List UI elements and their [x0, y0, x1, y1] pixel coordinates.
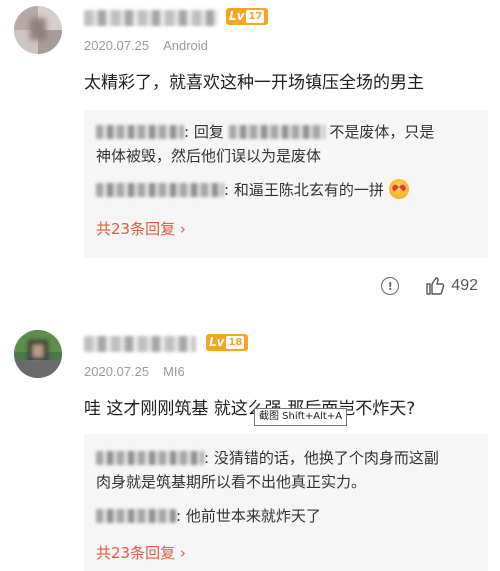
- reply-item[interactable]: : 和逼王陈北玄有的一拼: [96, 178, 476, 202]
- comment-device: MI6: [163, 364, 185, 379]
- reply-box: : 没猜错的话，他换了个肉身而这副 肉身就是筑基期所以看不出他真正实力。 : 他…: [84, 434, 488, 571]
- reply-item[interactable]: : 回复 不是废体，只是: [96, 120, 476, 144]
- comment-date: 2020.07.25: [84, 364, 150, 379]
- chevron-right-icon: ›: [179, 544, 186, 562]
- reply-box: : 回复 不是废体，只是 神体被毁，然后他们误以为是废体 : 和逼王陈北玄有的一…: [84, 110, 488, 258]
- comment-text: 哇 这才刚刚筑基 就这么强 那后面岂不炸天?: [84, 399, 416, 419]
- comment-device: Android: [163, 38, 208, 53]
- more-replies-link[interactable]: 共23条回复 ›: [96, 218, 186, 239]
- chevron-right-icon: ›: [179, 220, 186, 238]
- reply-target-username[interactable]: [228, 125, 325, 139]
- reply-username[interactable]: [96, 183, 224, 197]
- reply-item-continuation: 肉身就是筑基期所以看不出他真正实力。: [96, 473, 367, 491]
- reply-username[interactable]: [96, 125, 184, 139]
- more-replies-link[interactable]: 共23条回复 ›: [96, 542, 186, 563]
- thumbs-up-icon: [426, 277, 445, 295]
- avatar[interactable]: [14, 330, 62, 378]
- comment-meta: 2020.07.25 Android: [84, 38, 208, 53]
- reply-username[interactable]: [96, 509, 176, 523]
- reply-item-continuation: 神体被毁，然后他们误以为是废体: [96, 147, 322, 165]
- level-badge: Lv 17: [226, 8, 269, 25]
- comment-meta: 2020.07.25 MI6: [84, 364, 185, 379]
- comment-text: 太精彩了，就喜欢这种一开场镇压全场的男主: [84, 73, 424, 93]
- like-count: 492: [451, 277, 478, 294]
- comment-1: Lv 17 2020.07.25 Android 太精彩了，就喜欢这种一开场镇压全…: [0, 0, 500, 300]
- level-badge: Lv 18: [206, 334, 249, 351]
- username[interactable]: [84, 336, 196, 352]
- comment-actions: ! 492: [381, 276, 478, 296]
- screenshot-tooltip: 截图 Shift+Alt+A: [254, 408, 348, 426]
- reply-username[interactable]: [96, 451, 204, 465]
- comment-2: Lv 18 2020.07.25 MI6 哇 这才刚刚筑基 就这么强 那后面岂不炸…: [0, 320, 500, 571]
- heart-eyes-emoji: [388, 179, 409, 199]
- reply-item[interactable]: : 没猜错的话，他换了个肉身而这副: [96, 446, 476, 470]
- report-icon[interactable]: !: [381, 277, 400, 295]
- avatar[interactable]: [14, 6, 62, 54]
- reply-item[interactable]: : 他前世本来就炸天了: [96, 504, 476, 528]
- like-button[interactable]: 492: [425, 276, 478, 296]
- comment-date: 2020.07.25: [84, 38, 150, 53]
- username[interactable]: [84, 10, 218, 26]
